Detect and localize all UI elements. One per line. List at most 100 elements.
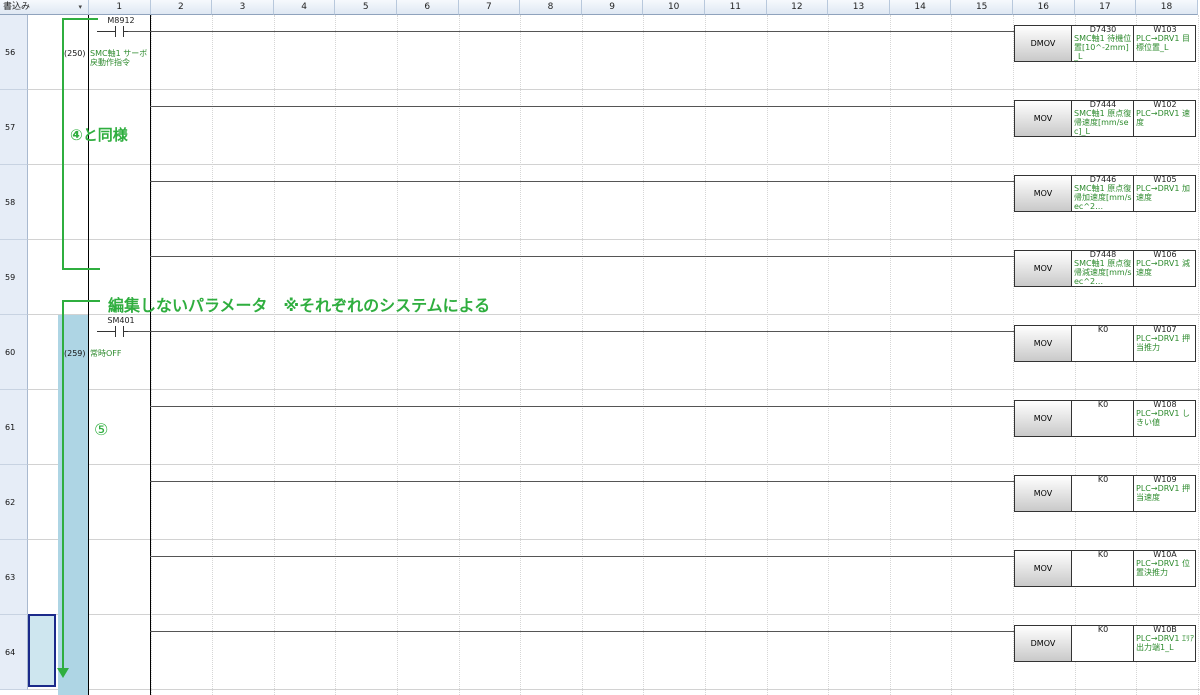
column-header[interactable]: 18 [1136, 0, 1198, 15]
contact-bar [115, 26, 116, 37]
destination-comment: PLC→DRV1 ｴﾘｱ出力端1_L [1136, 634, 1194, 652]
instruction-dmov[interactable]: DMOV [1014, 625, 1072, 662]
column-header[interactable]: 3 [212, 0, 274, 15]
source-comment: SMC軸1 待機位置[10^-2mm]_L [1074, 34, 1132, 61]
column-header[interactable]: 7 [458, 0, 521, 15]
bracket-bottom-line [62, 268, 100, 270]
source-device: K0 [1097, 625, 1109, 634]
destination-comment: PLC→DRV1 目標位置_L [1136, 34, 1190, 52]
destination-device: W102 [1153, 100, 1177, 109]
grid-column-line [458, 15, 460, 695]
destination-device: W107 [1153, 325, 1177, 334]
destination-comment: PLC→DRV1 減速度 [1136, 259, 1190, 277]
grid-column-line [889, 15, 891, 695]
destination-comment: PLC→DRV1 しきい値 [1136, 409, 1190, 427]
source-device: D7430 [1089, 25, 1117, 34]
instruction-mov[interactable]: MOV [1014, 550, 1072, 587]
column-header[interactable]: 16 [1013, 0, 1075, 15]
mode-dropdown-icon[interactable]: ▾ [78, 0, 82, 14]
grid-column-line [397, 15, 398, 695]
destination-device: W103 [1153, 25, 1177, 34]
column-header[interactable]: 1 [89, 0, 151, 15]
column-header[interactable]: 11 [705, 0, 767, 15]
rung-wire [128, 31, 1014, 32]
contact-device-label: SM401 [107, 316, 135, 325]
destination-comment: PLC→DRV1 押当推力 [1136, 334, 1190, 352]
instruction-mov[interactable]: MOV [1014, 100, 1072, 137]
column-header[interactable]: 10 [643, 0, 705, 15]
contact-comment: SMC軸1 サーボ戻動作指令 [90, 49, 148, 67]
destination-comment: PLC→DRV1 押当速度 [1136, 484, 1190, 502]
column-header[interactable]: 17 [1074, 0, 1137, 15]
rung-wire [150, 481, 1014, 482]
bracket-vertical-line [62, 18, 64, 270]
source-device: D7446 [1089, 175, 1117, 184]
column-header[interactable]: 2 [150, 0, 213, 15]
rung-wire [150, 631, 1014, 632]
mode-header[interactable]: 書込み ▾ [0, 0, 89, 15]
grid-column-line [643, 15, 645, 695]
contact-comment: 常時OFF [90, 349, 122, 358]
row-number[interactable]: 57 [0, 90, 28, 165]
source-comment: SMC軸1 原点復帰速度[mm/sec]_L [1074, 109, 1132, 136]
grid-column-line [1197, 15, 1199, 695]
ladder-editor[interactable]: 書込み ▾ 1 2 3 4 5 6 7 8 9 10 11 12 13 14 15 16 17 18 56 57 58… [0, 0, 1200, 695]
source-device: K0 [1097, 400, 1109, 409]
source-device: K0 [1097, 475, 1109, 484]
step-number: (259) [64, 349, 86, 358]
contact-wire [97, 31, 115, 32]
row-number[interactable]: 63 [0, 540, 28, 615]
grid-column-line [212, 15, 214, 695]
source-device: K0 [1097, 325, 1109, 334]
row-number[interactable]: 62 [0, 465, 28, 540]
destination-comment: PLC→DRV1 速度 [1136, 109, 1190, 127]
grid-column-line [951, 15, 953, 695]
column-header[interactable]: 12 [766, 0, 829, 15]
source-device: D7444 [1089, 100, 1117, 109]
destination-device: W10A [1153, 550, 1177, 559]
source-comment: SMC軸1 原点復帰加速度[mm/sec^2… [1074, 184, 1132, 211]
destination-device: W108 [1153, 400, 1177, 409]
destination-device: W105 [1153, 175, 1177, 184]
column-header[interactable]: 9 [581, 0, 644, 15]
rung-wire [150, 106, 1014, 107]
instruction-mov[interactable]: MOV [1014, 325, 1072, 362]
row-number[interactable]: 58 [0, 165, 28, 240]
bracket-top-line [62, 18, 98, 20]
grid-column-line [581, 15, 583, 695]
row-number[interactable]: 60 [0, 315, 28, 390]
destination-device: W109 [1153, 475, 1177, 484]
row-number[interactable]: 56 [0, 15, 28, 90]
column-header[interactable]: 8 [520, 0, 582, 15]
column-header[interactable]: 13 [828, 0, 890, 15]
non-edit-note: 編集しないパラメータ ※それぞれのシステムによる [108, 296, 491, 315]
non-edit-vertical-line [62, 300, 64, 672]
circled-5-label: ⑤ [94, 420, 109, 439]
column-header[interactable]: 4 [273, 0, 336, 15]
instruction-mov[interactable]: MOV [1014, 250, 1072, 287]
rung-wire [150, 256, 1014, 257]
instruction-dmov[interactable]: DMOV [1014, 25, 1072, 62]
source-device: K0 [1097, 550, 1109, 559]
instruction-mov[interactable]: MOV [1014, 475, 1072, 512]
contact-wire [97, 331, 115, 332]
row-number[interactable]: 59 [0, 240, 28, 315]
destination-device: W106 [1153, 250, 1177, 259]
source-comment: SMC軸1 原点復帰減速度[mm/sec^2… [1074, 259, 1132, 286]
column-header[interactable]: 5 [335, 0, 397, 15]
column-header[interactable]: 15 [951, 0, 1013, 15]
instruction-mov[interactable]: MOV [1014, 400, 1072, 437]
instruction-mov[interactable]: MOV [1014, 175, 1072, 212]
column-header[interactable]: 14 [889, 0, 952, 15]
destination-device: W10B [1153, 625, 1177, 634]
non-edit-top-line [62, 300, 100, 302]
cell-cursor[interactable] [28, 614, 56, 687]
mode-label: 書込み [3, 2, 31, 12]
contact-bar [115, 326, 116, 337]
grid-column-line [705, 15, 706, 695]
grid-column-line [766, 15, 768, 695]
step-number: (250) [64, 49, 86, 58]
row-number[interactable]: 64 [0, 615, 28, 690]
row-number[interactable]: 61 [0, 390, 28, 465]
column-header[interactable]: 6 [397, 0, 459, 15]
